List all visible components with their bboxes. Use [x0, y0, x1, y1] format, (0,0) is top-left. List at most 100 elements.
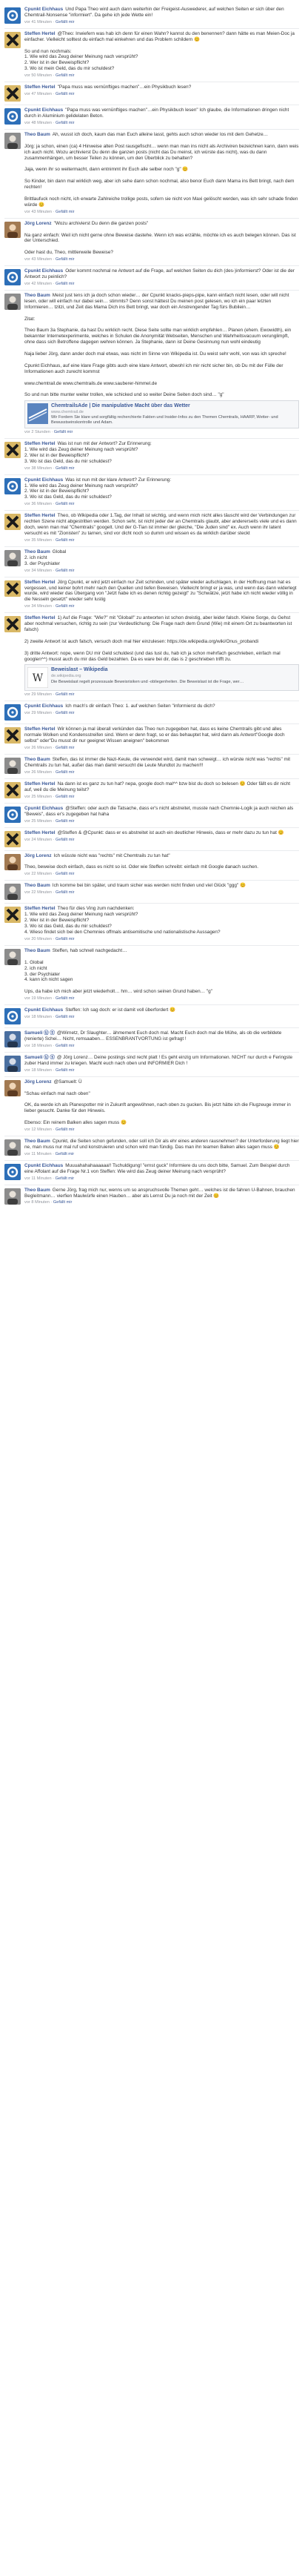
author-name[interactable]: Cpunkt Eichhaus [24, 1007, 63, 1013]
avatar-cpunkt[interactable] [4, 1163, 21, 1180]
like-link[interactable]: Gefällt mir [56, 770, 75, 775]
avatar-cpunkt[interactable] [4, 269, 21, 286]
x-cross-icon[interactable] [4, 442, 21, 458]
author-name[interactable]: Jörg Lorenz [24, 221, 52, 226]
author-name[interactable]: Steffen Hertel [24, 726, 56, 732]
timestamp[interactable]: vor 18 Minuten [24, 1015, 52, 1019]
author-name[interactable]: Steffen Hertel [24, 580, 56, 585]
like-link[interactable]: Gefällt mir [56, 1176, 75, 1181]
author-name[interactable]: Theo Baum [24, 757, 50, 762]
like-link[interactable]: Gefällt mir [56, 502, 75, 506]
timestamp[interactable]: vor 19 Minuten [24, 996, 52, 1001]
avatar-cpunkt[interactable] [4, 108, 21, 125]
x-cross-icon[interactable] [4, 727, 21, 744]
author-name[interactable]: Steffen Hertel [24, 830, 56, 835]
x-cross-icon[interactable] [4, 782, 21, 798]
avatar-cpunkt[interactable] [4, 806, 21, 823]
avatar-theo[interactable] [4, 948, 21, 965]
avatar-theo[interactable] [4, 1139, 21, 1156]
like-link[interactable]: Gefällt mir [56, 1068, 75, 1073]
author-name[interactable]: Steffen Hertel [24, 85, 56, 90]
timestamp[interactable]: vor 35 Minuten [24, 538, 52, 543]
timestamp[interactable]: vor 36 Minuten [24, 502, 52, 506]
timestamp[interactable]: vor 11 Minuten [24, 1152, 52, 1156]
author-name[interactable]: Cpunkt Eichhaus [24, 806, 63, 811]
avatar-theo[interactable] [4, 549, 21, 566]
timestamp[interactable]: vor 43 Minuten [24, 210, 52, 214]
author-name[interactable]: Theo Baum [24, 1188, 50, 1193]
like-link[interactable]: Gefällt mir [56, 1128, 75, 1132]
like-link[interactable]: Gefällt mir [56, 692, 75, 697]
avatar-joerg[interactable] [4, 853, 21, 870]
timestamp[interactable]: vor 24 Minuten [24, 838, 52, 842]
timestamp[interactable]: vor 38 Minuten [24, 466, 52, 471]
avatar-cpunkt[interactable] [4, 704, 21, 721]
author-name[interactable]: Theo Baum [24, 549, 50, 554]
timestamp[interactable]: vor 29 Minuten [24, 711, 52, 715]
author-name[interactable]: Cpunkt Eichhaus [24, 7, 63, 12]
timestamp[interactable]: vor 18 Minuten [24, 1068, 52, 1073]
timestamp[interactable]: vor 34 Minuten [24, 604, 52, 609]
like-link[interactable]: Gefällt mir [56, 711, 75, 715]
avatar-theo[interactable] [4, 294, 21, 310]
author-name[interactable]: Steffen Hertel [24, 441, 56, 446]
timestamp[interactable]: vor 8 Minuten [24, 1200, 50, 1205]
author-name[interactable]: Cpunkt Eichhaus [24, 107, 63, 113]
like-link[interactable]: Gefällt mir [56, 257, 75, 262]
like-link[interactable]: Gefällt mir [56, 937, 75, 941]
author-name[interactable]: Cpunkt Eichhaus [24, 1163, 63, 1168]
author-name[interactable]: Steffen Hertel [24, 31, 56, 36]
author-name[interactable]: Cpunkt Eichhaus [24, 703, 63, 709]
author-name[interactable]: Theo Baum [24, 132, 50, 137]
x-cross-icon[interactable] [4, 514, 21, 531]
timestamp[interactable]: vor 22 Minuten [24, 872, 52, 876]
like-link[interactable]: Gefällt mir [56, 1044, 75, 1048]
avatar-samuel[interactable] [4, 1031, 21, 1048]
author-name[interactable]: Samueli Ⓤ Ⓢ [24, 1055, 55, 1060]
timestamp[interactable]: vor 12 Minuten [24, 1128, 52, 1132]
like-link[interactable]: Gefällt mir [56, 538, 75, 543]
preview-title[interactable]: ChemtrailsAde | Die manipulative Macht ü… [51, 403, 296, 410]
x-cross-icon[interactable] [4, 830, 21, 847]
timestamp[interactable]: vor 47 Minuten [24, 92, 52, 96]
like-link[interactable]: Gefällt mir [56, 838, 75, 842]
like-link[interactable]: Gefällt mir [53, 1200, 73, 1205]
like-link[interactable]: Gefällt mir [56, 73, 75, 78]
author-name[interactable]: Cpunkt Eichhaus [24, 477, 63, 483]
like-link[interactable]: Gefällt mir [56, 20, 75, 24]
like-link[interactable]: Gefällt mir [56, 1015, 75, 1019]
like-link[interactable]: Gefällt mir [56, 569, 75, 573]
timestamp[interactable]: vor 34 Minuten [24, 569, 52, 573]
like-link[interactable]: Gefällt mir [56, 996, 75, 1001]
author-name[interactable]: Steffen Hertel [24, 906, 56, 911]
author-name[interactable]: Jörg Lorenz [24, 853, 52, 858]
like-link[interactable]: Gefällt mir [56, 819, 75, 824]
like-link[interactable]: Gefällt mir [56, 210, 75, 214]
timestamp[interactable]: vor 26 Minuten [24, 746, 52, 750]
author-name[interactable]: Jörg Lorenz [24, 1079, 52, 1085]
timestamp[interactable]: vor 2 Stunden [24, 430, 50, 434]
author-name[interactable]: Theo Baum [24, 948, 50, 953]
x-cross-icon[interactable] [4, 85, 21, 102]
timestamp[interactable]: vor 20 Minuten [24, 937, 52, 941]
preview-title[interactable]: Beweislast – Wikipedia [51, 667, 244, 674]
avatar-joerg[interactable] [4, 1079, 21, 1096]
x-cross-icon[interactable] [4, 580, 21, 597]
author-name[interactable]: Theo Baum [24, 1139, 50, 1144]
author-name[interactable]: Steffen Hertel [24, 513, 56, 518]
avatar-cpunkt[interactable] [4, 477, 21, 494]
avatar-joerg[interactable] [4, 221, 21, 238]
like-link[interactable]: Gefällt mir [56, 121, 75, 125]
timestamp[interactable]: vor 48 Minuten [24, 121, 52, 125]
link-preview[interactable]: W Beweislast – Wikipedia de.wikipedia.or… [24, 664, 299, 692]
avatar-cpunkt[interactable] [4, 1008, 21, 1025]
link-preview[interactable]: ChemtrailsAde | Die manipulative Macht ü… [24, 400, 299, 428]
author-name[interactable]: Steffen Hertel [24, 615, 56, 620]
avatar-theo[interactable] [4, 1188, 21, 1205]
like-link[interactable]: Gefällt mir [56, 282, 75, 286]
timestamp[interactable]: vor 50 Minuten [24, 73, 52, 78]
like-link[interactable]: Gefällt mir [56, 604, 75, 609]
like-link[interactable]: Gefällt mir [56, 92, 75, 96]
timestamp[interactable]: vor 41 Minuten [24, 20, 52, 24]
x-cross-icon[interactable] [4, 31, 21, 48]
